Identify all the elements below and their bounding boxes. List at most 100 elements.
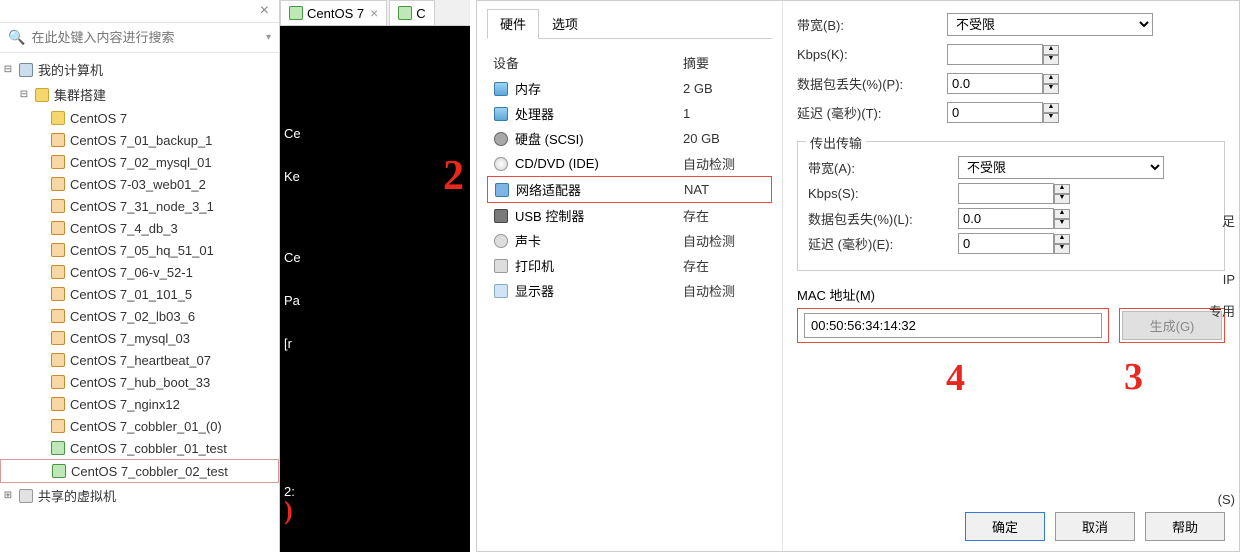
device-row-usb[interactable]: USB 控制器存在 — [487, 203, 772, 228]
field-label: 延迟 (毫秒)(E): — [808, 234, 958, 253]
tree-vm[interactable]: CentOS 7_05_hq_51_01 — [0, 239, 279, 261]
vm-console-area: CentOS 7 × C Ce Ke Ce Pa [r 2: [r PI 64 … — [280, 0, 470, 552]
chevron-up-icon[interactable]: ▲ — [1054, 209, 1070, 219]
tree-label: CentOS 7_01_101_5 — [70, 287, 192, 302]
search-bar[interactable]: 🔍 ▾ — [0, 23, 279, 53]
group-title: 传出传输 — [806, 133, 866, 152]
chevron-down-icon[interactable]: ▼ — [1043, 113, 1059, 123]
device-row-cdrom[interactable]: CD/DVD (IDE)自动检测 — [487, 151, 772, 176]
tree-vm[interactable]: CentOS 7-03_web01_2 — [0, 173, 279, 195]
spinner[interactable]: ▲▼ — [1054, 209, 1070, 229]
device-name: 网络适配器 — [516, 180, 684, 199]
chevron-up-icon[interactable]: ▲ — [1043, 45, 1059, 55]
loss-l-input[interactable] — [958, 208, 1054, 229]
disk-icon — [493, 131, 509, 147]
field-label: 延迟 (毫秒)(T): — [797, 103, 947, 122]
dialog-buttons: 确定 取消 帮助 — [797, 504, 1225, 543]
chevron-up-icon[interactable]: ▲ — [1054, 234, 1070, 244]
close-icon[interactable]: × — [370, 5, 378, 21]
tree-label: CentOS 7_02_mysql_01 — [70, 155, 212, 170]
device-row-sound[interactable]: 声卡自动检测 — [487, 228, 772, 253]
device-row-printer[interactable]: 打印机存在 — [487, 253, 772, 278]
collapse-icon[interactable]: ⊟ — [2, 64, 14, 75]
vm-console[interactable]: Ce Ke Ce Pa [r 2: [r PI 64 64 64 ^C --- … — [280, 26, 470, 552]
chevron-down-icon[interactable]: ▼ — [1054, 244, 1070, 254]
kbps-k-input[interactable] — [947, 44, 1043, 65]
tab-hardware[interactable]: 硬件 — [487, 9, 539, 39]
device-row-network[interactable]: 网络适配器NAT — [487, 176, 772, 203]
tree-root[interactable]: ⊟ 我的计算机 — [0, 57, 279, 82]
vm-off-icon — [50, 308, 66, 324]
field-bandwidth-a: 带宽(A): 不受限 — [808, 156, 1214, 179]
vm-off-icon — [50, 396, 66, 412]
tree-vm[interactable]: CentOS 7_hub_boot_33 — [0, 371, 279, 393]
tree-label: CentOS 7_cobbler_01_(0) — [70, 419, 222, 434]
tree-vm[interactable]: CentOS 7_02_lb03_6 — [0, 305, 279, 327]
bandwidth-b-select[interactable]: 不受限 — [947, 13, 1153, 36]
field-label: 带宽(A): — [808, 158, 958, 177]
chevron-up-icon[interactable]: ▲ — [1043, 103, 1059, 113]
device-row-cpu[interactable]: 处理器1 — [487, 101, 772, 126]
chevron-down-icon[interactable]: ▼ — [1043, 55, 1059, 65]
tree-vm[interactable]: CentOS 7_heartbeat_07 — [0, 349, 279, 371]
dialog-tabs: 硬件 选项 — [487, 9, 772, 39]
field-label: Kbps(K): — [797, 47, 947, 62]
search-input[interactable] — [31, 30, 262, 45]
tree-vm[interactable]: CentOS 7 — [0, 107, 279, 129]
vm-off-icon — [50, 264, 66, 280]
chevron-up-icon[interactable]: ▲ — [1043, 74, 1059, 84]
field-kbps-s: Kbps(S): ▲▼ — [808, 183, 1214, 204]
chevron-up-icon[interactable]: ▲ — [1054, 184, 1070, 194]
vm-off-icon — [50, 286, 66, 302]
tree-vm[interactable]: CentOS 7_cobbler_01_(0) — [0, 415, 279, 437]
loss-p-input[interactable] — [947, 73, 1043, 94]
ok-button[interactable]: 确定 — [965, 512, 1045, 541]
tree-folder[interactable]: ⊟ 集群搭建 — [0, 82, 279, 107]
cancel-button[interactable]: 取消 — [1055, 512, 1135, 541]
tree-vm[interactable]: CentOS 7_nginx12 — [0, 393, 279, 415]
expand-icon[interactable]: ⊞ — [2, 490, 14, 501]
mac-input[interactable] — [804, 313, 1102, 338]
chevron-down-icon[interactable]: ▼ — [1054, 219, 1070, 229]
device-row-memory[interactable]: 内存2 GB — [487, 76, 772, 101]
latency-e-input[interactable] — [958, 233, 1054, 254]
chevron-down-icon[interactable]: ▼ — [1054, 194, 1070, 204]
usb-icon — [493, 208, 509, 224]
outgoing-group: 传出传输 带宽(A): 不受限 Kbps(S): ▲▼ 数据包丢失(%)(L):… — [797, 141, 1225, 271]
edge-label: 专用 — [1205, 295, 1239, 326]
close-icon[interactable]: × — [256, 2, 273, 20]
spinner[interactable]: ▲▼ — [1054, 184, 1070, 204]
tab-options[interactable]: 选项 — [539, 9, 591, 38]
spinner[interactable]: ▲▼ — [1043, 103, 1059, 123]
device-value: 20 GB — [683, 131, 766, 146]
kbps-s-input[interactable] — [958, 183, 1054, 204]
device-row-display[interactable]: 显示器自动检测 — [487, 278, 772, 303]
tree-vm[interactable]: CentOS 7_4_db_3 — [0, 217, 279, 239]
tree-label: CentOS 7_cobbler_02_test — [71, 464, 228, 479]
tree-shared[interactable]: ⊞共享的虚拟机 — [0, 483, 279, 508]
printer-icon — [493, 258, 509, 274]
bandwidth-a-select[interactable]: 不受限 — [958, 156, 1164, 179]
spinner[interactable]: ▲▼ — [1054, 234, 1070, 254]
tree-vm[interactable]: CentOS 7_06-v_52-1 — [0, 261, 279, 283]
tree-label: CentOS 7_01_backup_1 — [70, 133, 212, 148]
tree-vm-selected[interactable]: CentOS 7_cobbler_02_test — [0, 459, 279, 483]
tree-vm[interactable]: CentOS 7_31_node_3_1 — [0, 195, 279, 217]
spinner[interactable]: ▲▼ — [1043, 74, 1059, 94]
collapse-icon[interactable]: ⊟ — [18, 89, 30, 100]
spinner[interactable]: ▲▼ — [1043, 45, 1059, 65]
tree-vm[interactable]: CentOS 7_01_101_5 — [0, 283, 279, 305]
tree-label: CentOS 7-03_web01_2 — [70, 177, 206, 192]
latency-t-input[interactable] — [947, 102, 1043, 123]
tree-vm[interactable]: CentOS 7_cobbler_01_test — [0, 437, 279, 459]
device-row-disk[interactable]: 硬盘 (SCSI)20 GB — [487, 126, 772, 151]
tree-vm[interactable]: CentOS 7_01_backup_1 — [0, 129, 279, 151]
tree-vm[interactable]: CentOS 7_mysql_03 — [0, 327, 279, 349]
help-button[interactable]: 帮助 — [1145, 512, 1225, 541]
vm-off-icon — [50, 198, 66, 214]
tree-vm[interactable]: CentOS 7_02_mysql_01 — [0, 151, 279, 173]
vm-tab[interactable]: CentOS 7 × — [280, 0, 387, 25]
chevron-down-icon[interactable]: ▼ — [1043, 84, 1059, 94]
vm-tab[interactable]: C — [389, 0, 434, 25]
chevron-down-icon[interactable]: ▾ — [266, 32, 271, 43]
